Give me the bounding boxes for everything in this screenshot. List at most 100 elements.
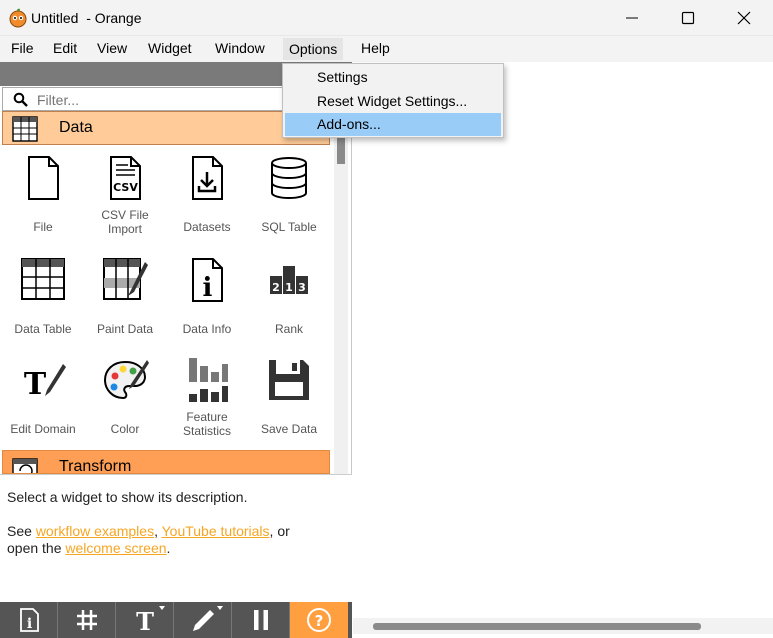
maximize-button[interactable] bbox=[660, 0, 716, 36]
datasets-icon bbox=[192, 156, 223, 200]
widget-label: Data Table bbox=[14, 322, 72, 336]
options-menu: Settings Reset Widget Settings... Add-on… bbox=[282, 63, 504, 138]
transform-icon bbox=[12, 458, 38, 473]
menu-bar: File Edit View Widget Window Options Hel… bbox=[0, 36, 773, 62]
widget-data-info[interactable]: i Data Info bbox=[166, 256, 248, 336]
menu-item-label: Reset Widget Settings... bbox=[317, 93, 468, 109]
orange-app-icon bbox=[9, 8, 27, 28]
palette-icon bbox=[103, 360, 149, 400]
grid-button[interactable] bbox=[58, 602, 116, 638]
widget-label: Rank bbox=[274, 322, 303, 336]
menu-item-add-ons[interactable]: Add-ons... bbox=[285, 113, 501, 136]
category-transform[interactable]: Transform bbox=[2, 450, 330, 474]
close-button[interactable] bbox=[716, 0, 772, 36]
period-text: . bbox=[166, 540, 171, 556]
edit-domain-icon: T bbox=[24, 364, 66, 402]
pause-icon bbox=[253, 610, 268, 630]
widget-feature-statistics[interactable]: Feature Statistics bbox=[166, 356, 248, 438]
menu-help[interactable]: Help bbox=[361, 40, 390, 56]
canvas-scrollbar[interactable] bbox=[353, 618, 773, 634]
csv-file-icon: CSV bbox=[110, 156, 141, 200]
svg-text:3: 3 bbox=[298, 281, 306, 294]
menu-item-reset-widget-settings[interactable]: Reset Widget Settings... bbox=[285, 90, 501, 113]
widget-label: Feature Statistics bbox=[182, 410, 231, 438]
dropdown-arrow-icon bbox=[217, 606, 223, 610]
info-button[interactable]: i bbox=[0, 602, 58, 638]
menu-window[interactable]: Window bbox=[215, 40, 265, 56]
svg-text:1: 1 bbox=[285, 281, 293, 294]
close-icon bbox=[737, 11, 751, 25]
category-data-label: Data bbox=[59, 119, 93, 136]
grid-icon bbox=[76, 610, 97, 630]
table-icon bbox=[21, 258, 65, 300]
widget-color[interactable]: Color bbox=[84, 356, 166, 436]
workflow-canvas[interactable] bbox=[353, 62, 773, 638]
category-data[interactable]: Data bbox=[2, 111, 330, 145]
info-icon: i bbox=[19, 608, 39, 632]
menu-edit[interactable]: Edit bbox=[53, 40, 77, 56]
menu-item-label: Add-ons... bbox=[317, 116, 381, 132]
widget-datasets[interactable]: Datasets bbox=[166, 154, 248, 234]
rank-icon: 2 1 3 bbox=[270, 266, 308, 294]
svg-text:CSV: CSV bbox=[113, 181, 138, 194]
widget-toolbox: Data File CSV CSV File Import Data bbox=[0, 62, 352, 638]
category-transform-label: Transform bbox=[59, 458, 132, 474]
widget-save-data[interactable]: Save Data bbox=[248, 356, 330, 436]
widget-label: File bbox=[33, 220, 53, 234]
menu-file[interactable]: File bbox=[11, 40, 34, 56]
arrow-annotation-button[interactable] bbox=[174, 602, 232, 638]
widget-label: Color bbox=[110, 422, 140, 436]
menu-options[interactable]: Options bbox=[283, 38, 344, 60]
pause-button[interactable] bbox=[232, 602, 290, 638]
toolbox-scrollbar[interactable] bbox=[334, 116, 348, 528]
svg-text:?: ? bbox=[315, 612, 324, 630]
svg-text:2: 2 bbox=[272, 281, 280, 294]
widget-file[interactable]: File bbox=[2, 154, 84, 234]
svg-text:T: T bbox=[24, 367, 47, 402]
pen-icon bbox=[192, 610, 214, 631]
menu-item-label: Settings bbox=[317, 69, 368, 85]
widget-rank[interactable]: 2 1 3 Rank bbox=[248, 256, 330, 336]
open-text: open the bbox=[7, 540, 62, 556]
bottom-toolbar: i T ? bbox=[0, 602, 352, 638]
help-button[interactable]: ? bbox=[290, 602, 348, 638]
description-links: See workflow examples, YouTube tutorials… bbox=[7, 523, 347, 557]
file-icon bbox=[28, 156, 59, 200]
text-annotation-button[interactable]: T bbox=[116, 602, 174, 638]
widget-label: SQL Table bbox=[261, 220, 317, 234]
widget-label: Datasets bbox=[183, 220, 231, 234]
widget-data-table[interactable]: Data Table bbox=[2, 256, 84, 336]
widget-label: CSV File Import bbox=[101, 208, 149, 236]
maximize-icon bbox=[681, 11, 695, 25]
menu-view[interactable]: View bbox=[97, 40, 127, 56]
text-icon: T bbox=[136, 607, 154, 633]
toolbox-scroll-thumb[interactable] bbox=[337, 138, 345, 164]
help-icon: ? bbox=[307, 608, 331, 632]
svg-text:i: i bbox=[26, 616, 31, 632]
widget-label: Paint Data bbox=[96, 322, 154, 336]
svg-text:T: T bbox=[136, 607, 154, 633]
widget-sql-table[interactable]: SQL Table bbox=[248, 154, 330, 234]
canvas-scroll-thumb[interactable] bbox=[373, 623, 701, 630]
workflow-examples-link[interactable]: workflow examples bbox=[36, 523, 154, 539]
minimize-icon bbox=[626, 17, 638, 19]
widget-edit-domain[interactable]: T Edit Domain bbox=[2, 356, 84, 436]
floppy-icon bbox=[269, 360, 309, 400]
widget-csv-file-import[interactable]: CSV CSV File Import bbox=[84, 154, 166, 236]
svg-text:i: i bbox=[203, 273, 213, 303]
youtube-tutorials-link[interactable]: YouTube tutorials bbox=[162, 523, 270, 539]
window-title: Untitled - Orange bbox=[31, 10, 142, 26]
widget-label: Save Data bbox=[260, 422, 318, 436]
description-text: Select a widget to show its description. bbox=[7, 489, 248, 505]
widget-paint-data[interactable]: Paint Data bbox=[84, 256, 166, 336]
feature-statistics-icon bbox=[189, 358, 228, 402]
or-text: , or bbox=[269, 523, 290, 539]
table-icon bbox=[12, 116, 38, 142]
minimize-button[interactable] bbox=[604, 0, 660, 36]
dropdown-arrow-icon bbox=[159, 606, 165, 610]
filter-input[interactable] bbox=[37, 90, 317, 110]
menu-widget[interactable]: Widget bbox=[148, 40, 192, 56]
info-icon: i bbox=[192, 258, 223, 303]
welcome-screen-link[interactable]: welcome screen bbox=[65, 540, 166, 556]
menu-item-settings[interactable]: Settings bbox=[285, 66, 501, 89]
